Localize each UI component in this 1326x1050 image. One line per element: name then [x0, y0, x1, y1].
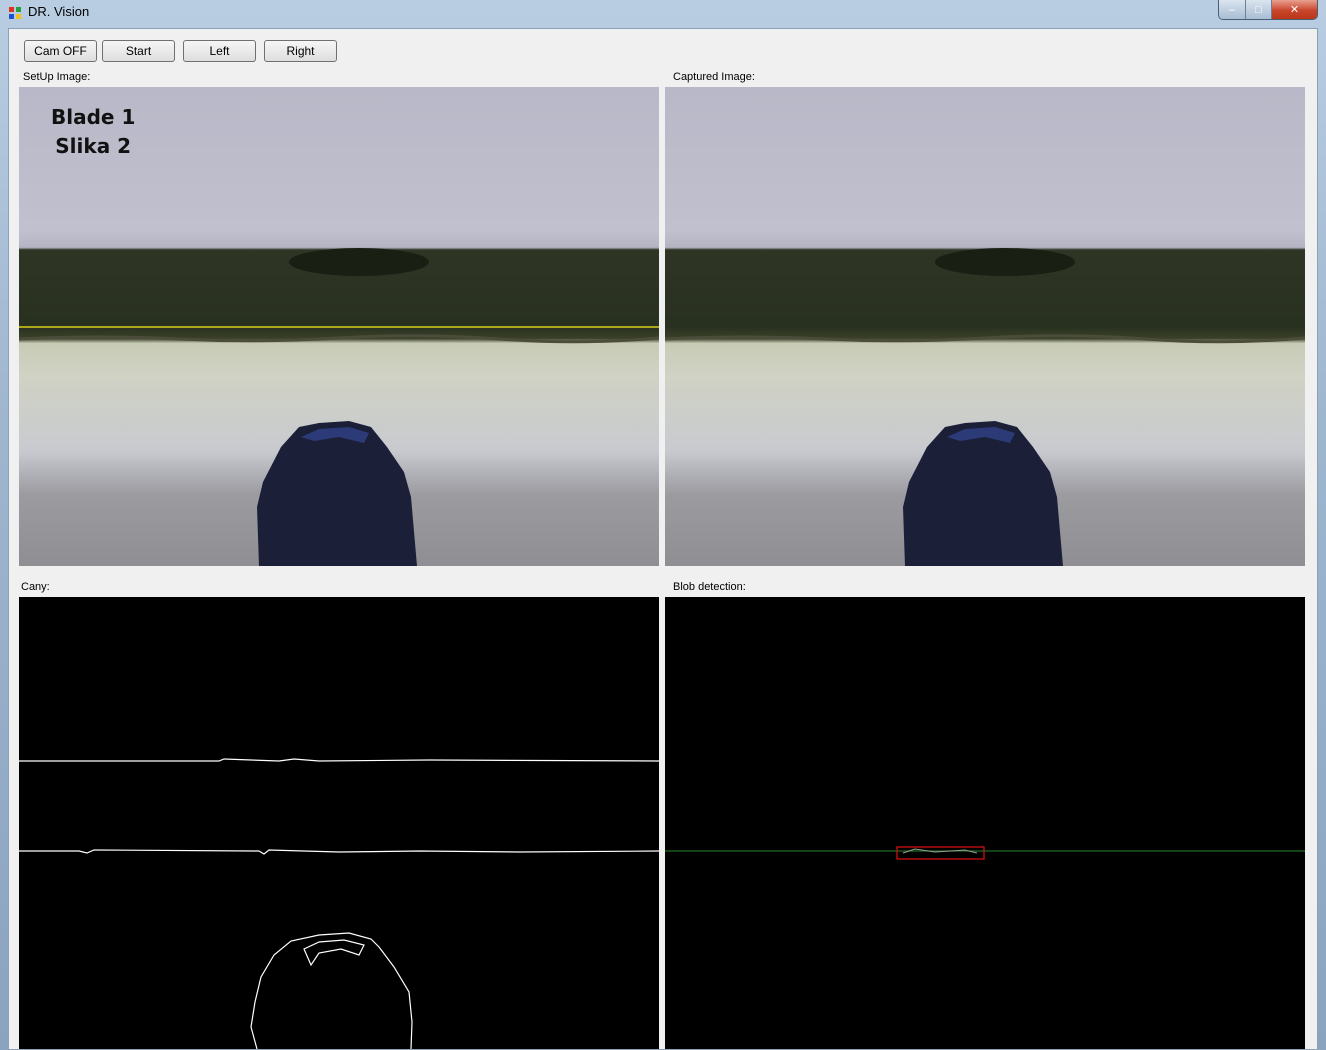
- overlay-line-2: Slika 2: [55, 134, 132, 158]
- setup-image: Blade 1 Slika 2: [19, 87, 659, 566]
- start-button[interactable]: Start: [102, 40, 175, 62]
- blob-detection-overlay: [665, 846, 1305, 860]
- edge-line-lower: [19, 849, 659, 855]
- maximize-button[interactable]: □: [1245, 0, 1271, 19]
- form-client-area: Cam OFF Start Left Right SetUp Image: Ca…: [8, 28, 1318, 1050]
- close-button[interactable]: ✕: [1271, 0, 1317, 19]
- blob-detection-image: [665, 597, 1305, 1049]
- detected-blob-box: [896, 846, 985, 860]
- app-icon: [9, 7, 21, 19]
- setup-image-label: SetUp Image:: [23, 71, 91, 83]
- overlay-line-1: Blade 1: [51, 105, 136, 129]
- minimize-button[interactable]: ‒: [1219, 0, 1245, 19]
- canny-label: Cany:: [21, 581, 50, 593]
- window-controls: ‒ □ ✕: [1218, 0, 1318, 20]
- app-window: DR. Vision ‒ □ ✕ Cam OFF Start Left Righ…: [0, 0, 1326, 1050]
- setup-overlay-text: Blade 1 Slika 2: [51, 103, 135, 161]
- right-button[interactable]: Right: [264, 40, 337, 62]
- left-button[interactable]: Left: [183, 40, 256, 62]
- canny-edges: [19, 758, 659, 1049]
- captured-image-features: [665, 248, 1305, 566]
- title-bar: DR. Vision ‒ □ ✕: [0, 0, 1326, 26]
- canny-image: [19, 597, 659, 1049]
- edge-line-upper: [19, 758, 659, 762]
- captured-image-label: Captured Image:: [673, 71, 755, 83]
- captured-image: [665, 87, 1305, 566]
- window-title: DR. Vision: [28, 4, 90, 19]
- cam-toggle-button[interactable]: Cam OFF: [24, 40, 97, 62]
- blob-detection-label: Blob detection:: [673, 581, 746, 593]
